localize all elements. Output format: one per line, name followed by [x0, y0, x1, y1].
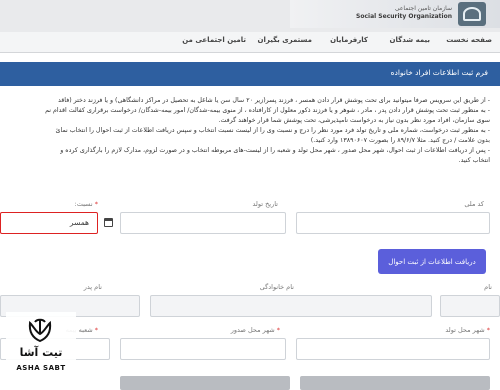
instruction-line: سوی سازمان، افراد مورد نظر بدون نیاز به …	[218, 117, 490, 124]
required-asterisk: *	[94, 326, 98, 334]
organization-logo-icon[interactable]	[458, 2, 486, 26]
required-asterisk: *	[94, 200, 98, 208]
first-name-input[interactable]	[440, 295, 500, 317]
father-name-label: نام پدر	[83, 283, 102, 291]
required-asterisk: *	[276, 326, 280, 334]
issue-city-select[interactable]	[120, 338, 286, 360]
instruction-line: - به منظور ثبت تحت پوشش قرار دادن پدر ، …	[45, 107, 490, 114]
main-nav: صفحه نخست بیمه شدگان کارفرمایان مستمری ب…	[0, 32, 500, 53]
required-asterisk: *	[486, 326, 490, 334]
birth-city-label: * شهر محل تولد	[445, 326, 490, 334]
last-name-label: نام خانوادگی	[259, 283, 294, 291]
nav-item-insured[interactable]: بیمه شدگان	[390, 36, 430, 44]
birth-city-select[interactable]	[296, 338, 490, 360]
instructions-text: - از طریق این سرویس صرفا میتوانید برای ت…	[2, 96, 490, 186]
nav-item-my-social-security[interactable]: تامین اجتماعی من	[182, 36, 246, 44]
nav-item-pensioners[interactable]: مستمری بگیران	[258, 36, 313, 44]
birth-date-input[interactable]	[120, 212, 286, 234]
birth-city-label-text: شهر محل تولد	[445, 326, 485, 334]
instruction-line: بدون علامت / درج کنید. مثلا ۸۹/۶/۷ را بص…	[310, 137, 490, 144]
org-name-fa: سازمان تامین اجتماعی	[394, 5, 452, 12]
nav-item-home[interactable]: صفحه نخست	[446, 36, 492, 44]
instruction-line: انتخاب کنید.	[458, 157, 490, 164]
watermark-name-fa: تیت آشا	[19, 346, 63, 359]
instruction-line: - از طریق این سرویس صرفا میتوانید برای ت…	[57, 97, 490, 104]
relation-label: * نسبت:	[75, 200, 98, 208]
instruction-line: - به منظور ثبت درخواست، شماره ملی و تاری…	[55, 127, 490, 134]
national-code-label: کد ملی	[464, 200, 484, 208]
first-name-label: نام	[484, 283, 492, 291]
watermark-logo: تیت آشا ASHA SABT	[6, 312, 76, 384]
national-code-input[interactable]	[296, 212, 490, 234]
form-title-bar: فرم ثبت اطلاعات افراد خانواده	[0, 62, 500, 86]
instruction-line: - پس از دریافت اطلاعات از ثبت احوال، شهر…	[60, 147, 490, 154]
birth-date-label: تاریخ تولد	[252, 200, 278, 208]
nav-item-employers[interactable]: کارفرمایان	[330, 36, 368, 44]
watermark-name-en: ASHA SABT	[16, 364, 66, 372]
issue-city-label: * شهر محل صدور	[231, 326, 280, 334]
form-title: فرم ثبت اطلاعات افراد خانواده	[390, 68, 488, 77]
relation-select-value: همسر	[69, 218, 89, 227]
org-name-en: Social Security Organization	[356, 13, 452, 20]
last-name-input[interactable]	[150, 295, 432, 317]
brand-banner: سازمان تامین اجتماعی Social Security Org…	[290, 0, 500, 28]
relation-select[interactable]: همسر	[0, 212, 98, 234]
issue-city-label-text: شهر محل صدور	[230, 326, 275, 334]
laurel-emblem-icon	[28, 318, 52, 343]
relation-label-text: نسبت:	[74, 200, 93, 208]
site-header: سازمان تامین اجتماعی Social Security Org…	[0, 0, 500, 32]
calendar-icon[interactable]	[104, 218, 113, 227]
fetch-registry-button[interactable]: دریافت اطلاعات از ثبت احوال	[378, 249, 486, 274]
